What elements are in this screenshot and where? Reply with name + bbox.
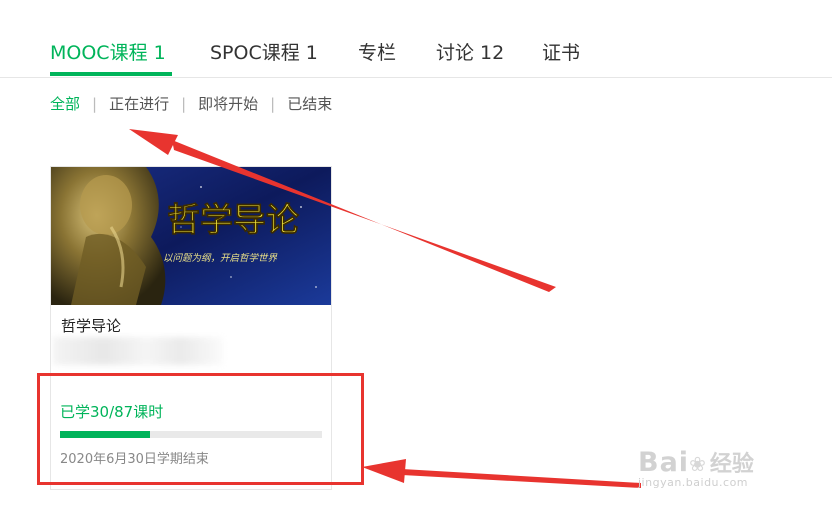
tab-column[interactable]: 专栏	[358, 38, 396, 65]
blurred-instructor-info	[53, 337, 223, 365]
filter-in-progress[interactable]: 正在进行	[109, 95, 169, 113]
watermark-brand-suffix: 经验	[709, 452, 754, 477]
tab-spoc[interactable]: SPOC课程 1	[210, 38, 318, 65]
watermark-brand: Bai	[638, 447, 690, 478]
paw-icon: ❀	[689, 452, 706, 476]
cover-title-text: 哲学导论	[167, 200, 300, 239]
tab-mooc[interactable]: MOOC课程 1	[50, 38, 166, 65]
active-tab-indicator	[50, 72, 172, 76]
tab-certificate[interactable]: 证书	[542, 38, 580, 65]
course-title[interactable]: 哲学导论	[61, 315, 121, 336]
watermark-url: jingyan.baidu.com	[638, 476, 749, 489]
filter-all[interactable]: 全部	[50, 95, 80, 113]
filter-separator: |	[92, 95, 98, 113]
arrow-to-progress-shaft	[402, 469, 641, 488]
baidu-jingyan-watermark: Bai❀ 经验 jingyan.baidu.com	[638, 446, 754, 489]
arrow-to-filter-head	[129, 129, 178, 155]
arrow-to-progress-head	[362, 459, 406, 483]
course-type-tabs: MOOC课程 1 SPOC课程 1 专栏 讨论 12 证书	[0, 0, 832, 78]
course-cover-image[interactable]: 哲学导论 以问题为纲，开启哲学世界	[51, 167, 331, 305]
annotation-highlight-box	[37, 373, 364, 485]
filter-separator: |	[181, 95, 187, 113]
cover-subtitle-text: 以问题为纲，开启哲学世界	[163, 252, 278, 264]
filter-separator: |	[270, 95, 276, 113]
filter-ended[interactable]: 已结束	[287, 95, 332, 113]
tab-discussion[interactable]: 讨论 12	[436, 38, 504, 65]
status-filter-bar: 全部 | 正在进行 | 即将开始 | 已结束	[50, 93, 332, 114]
filter-upcoming[interactable]: 即将开始	[198, 95, 258, 113]
